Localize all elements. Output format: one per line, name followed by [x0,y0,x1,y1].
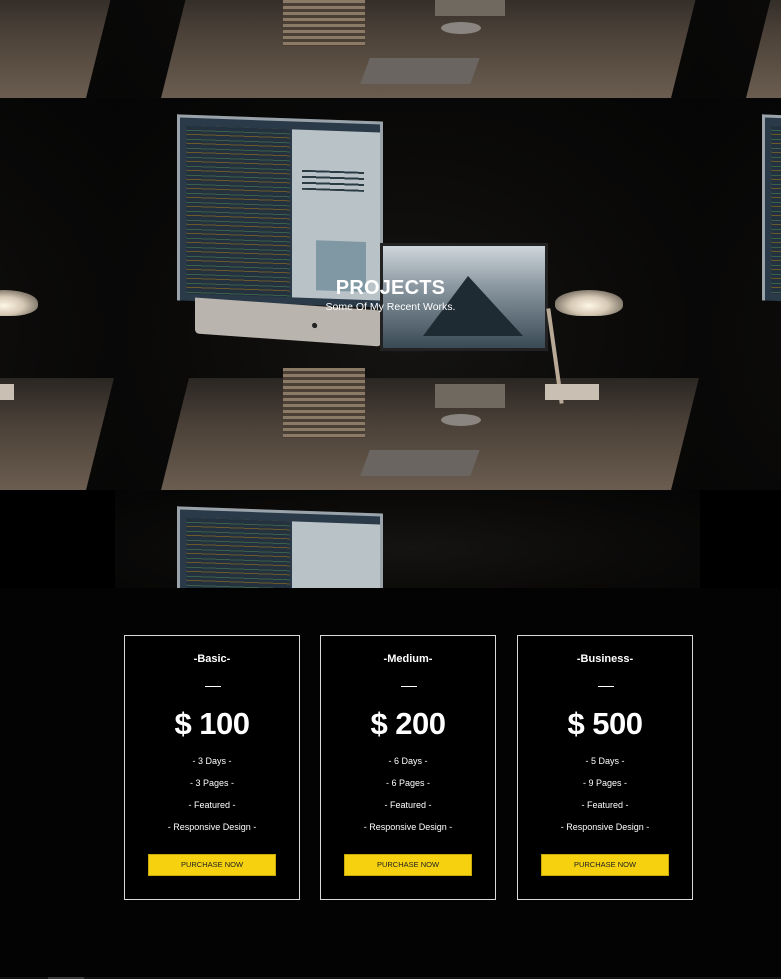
plan-feature: - 3 Days - [192,756,232,766]
plan-name: -Medium- [383,653,433,665]
hero-heading-group: PROJECTS Some Of My Recent Works. [0,276,781,314]
pricing-card-medium: -Medium- $ 200 - 6 Days - - 6 Pages - - … [320,635,496,900]
hero-bg-tile [115,0,700,98]
pricing-card-basic: -Basic- $ 100 - 3 Days - - 3 Pages - - F… [124,635,300,900]
plan-price: $ 500 [567,706,643,741]
hero-bg-tile [0,0,115,98]
plan-name: -Basic- [193,653,231,665]
projects-hero: ● PROJECTS Some Of My Recent Works. [0,0,781,588]
plan-feature: - Featured - [188,800,236,810]
plan-name: -Business- [576,653,634,665]
purchase-now-button[interactable]: PURCHASE NOW [148,854,276,876]
page-title: PROJECTS [335,277,446,299]
plan-feature: - 3 Pages - [189,778,235,788]
plan-price: $ 100 [174,706,250,741]
plan-feature: - 6 Pages - [385,778,431,788]
plan-feature: - 6 Days - [388,756,428,766]
page: ● PROJECTS Some Of My Recent Works. -Bas… [0,0,781,979]
purchase-now-button[interactable]: PURCHASE NOW [344,854,472,876]
plan-feature: - Responsive Design - [363,822,453,832]
plan-price: $ 200 [370,706,446,741]
plan-divider [598,686,614,687]
plan-feature: - Featured - [581,800,629,810]
hero-bg-tile [700,0,781,98]
plan-feature: - 5 Days - [585,756,625,766]
plan-feature: - Featured - [384,800,432,810]
apple-logo-icon: ● [311,317,319,333]
plan-feature: - 9 Pages - [582,778,628,788]
plan-divider [401,686,417,687]
plan-divider [205,686,221,687]
hero-bg-tile [115,490,700,588]
purchase-now-button[interactable]: PURCHASE NOW [541,854,669,876]
pricing-card-business: -Business- $ 500 - 5 Days - - 9 Pages - … [517,635,693,900]
plan-feature: - Responsive Design - [560,822,650,832]
page-subtitle: Some Of My Recent Works. [325,301,456,313]
plan-feature: - Responsive Design - [167,822,257,832]
